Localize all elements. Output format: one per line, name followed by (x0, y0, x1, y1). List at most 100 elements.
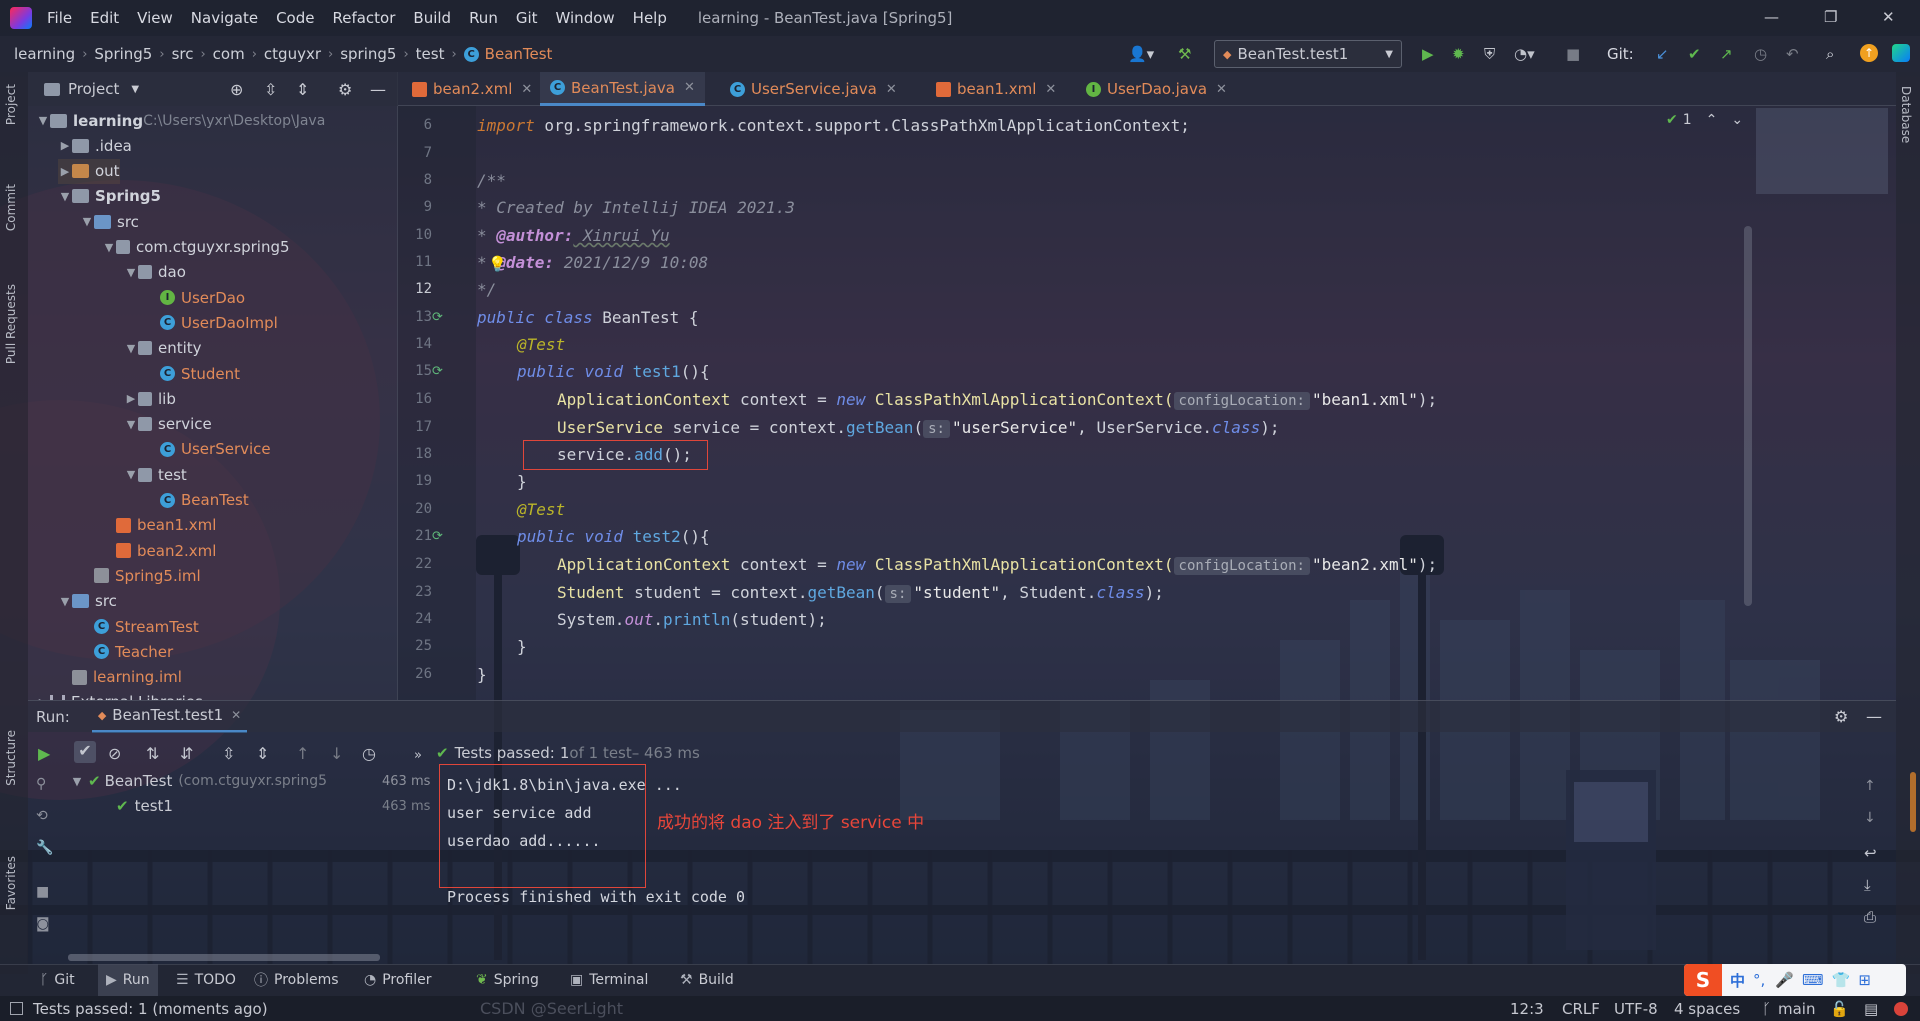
rollback-icon[interactable]: ↶ (1786, 45, 1799, 63)
git-branch[interactable]: main (1778, 1000, 1815, 1018)
chevron-down-icon[interactable]: ⌄ (1731, 112, 1743, 128)
tool-tab-favorites[interactable]: Favorites (4, 856, 18, 910)
search-icon[interactable]: ⌕ (1826, 45, 1834, 63)
ime-language[interactable]: 中 (1730, 970, 1745, 991)
history-icon[interactable]: ◷ (1754, 45, 1767, 63)
tool-tab-database[interactable]: Database (1899, 86, 1913, 143)
tree-item-learning[interactable]: ▼ learning C:\Users\yxr\Desktop\Java (36, 108, 326, 133)
breadcrumb-com[interactable]: com (213, 45, 245, 63)
tree-item-spring5-iml[interactable]: Spring5.iml (80, 563, 201, 588)
breadcrumb-beantest[interactable]: BeanTest (485, 45, 553, 63)
skin-icon[interactable]: 👕 (1832, 971, 1851, 989)
profile-icon[interactable]: ◔▾ (1514, 45, 1535, 63)
test-tree-row-test1[interactable]: ✔ test1 463 ms (116, 797, 430, 815)
breadcrumb-spring5[interactable]: Spring5 (94, 45, 152, 63)
lock-icon[interactable]: 🔓 (1830, 1000, 1849, 1018)
menu-run[interactable]: Run (460, 9, 507, 27)
code-line-14[interactable]: @Test (517, 331, 565, 358)
previous-icon[interactable]: ↑ (296, 744, 309, 763)
next-icon[interactable]: ↓ (330, 744, 343, 763)
breadcrumb-src[interactable]: src (172, 45, 194, 63)
tree-item-dao[interactable]: ▼ dao (124, 260, 186, 285)
collapse-all-icon[interactable]: ⇕ (296, 80, 309, 99)
code-line-9[interactable]: * Created by Intellij IDEA 2021.3 (477, 194, 795, 221)
wrench-icon[interactable]: 🔧 (36, 840, 53, 856)
code-line-15[interactable]: public void test1(){ (517, 358, 710, 385)
tree-item-teacher[interactable]: C Teacher (80, 639, 173, 664)
tree-item-entity[interactable]: ▼ entity (124, 336, 202, 361)
tab-userservice-java[interactable]: C UserService.java ✕ (720, 72, 907, 106)
ime-toolbar[interactable]: S 中 °, 🎤 ⌨ 👕 ⊞ (1684, 964, 1906, 996)
tree-item-bean1-xml[interactable]: bean1.xml (102, 513, 216, 538)
sort-alpha-icon[interactable]: ⇅ (146, 744, 159, 763)
tool-tab-commit[interactable]: Commit (4, 184, 18, 231)
run-icon[interactable]: ▶ (1422, 45, 1434, 63)
show-ignored-icon[interactable]: ⊘ (108, 744, 121, 763)
breadcrumb-spring5-pkg[interactable]: spring5 (340, 45, 396, 63)
git-update-icon[interactable]: ↙ (1656, 45, 1669, 63)
sort-duration-icon[interactable]: ⇵ (180, 744, 193, 763)
memory-icon[interactable]: ▤ (1864, 1000, 1878, 1018)
code-line-8[interactable]: /** (477, 167, 506, 194)
restore-icon[interactable]: ❐ (1824, 8, 1837, 26)
tab-bean2-xml[interactable]: bean2.xml ✕ (402, 72, 542, 106)
tool-tab-terminal[interactable]: ▣ Terminal (570, 964, 648, 996)
menu-view[interactable]: View (128, 9, 182, 27)
more-icon[interactable]: » (414, 748, 422, 763)
tree-item-external-libraries[interactable]: ▶External Libraries (36, 690, 203, 700)
breadcrumb-learning[interactable]: learning (14, 45, 75, 63)
run-class-gutter-icon[interactable]: ⟳ (432, 310, 448, 326)
menu-build[interactable]: Build (404, 9, 460, 27)
editor-scrollbar[interactable] (1744, 226, 1752, 606)
code-line-10[interactable]: * @author: Xinrui Yu (477, 222, 670, 249)
hide-icon[interactable]: — (1866, 707, 1882, 726)
chevron-right-icon[interactable]: ▶ (58, 139, 72, 152)
chevron-down-icon[interactable]: ▼ (80, 215, 94, 228)
git-commit-icon[interactable]: ✔ (1688, 45, 1701, 63)
indent-setting[interactable]: 4 spaces (1674, 1000, 1740, 1018)
tree-item-student[interactable]: C Student (146, 361, 240, 386)
chevron-down-icon[interactable]: ▼ (58, 595, 72, 608)
tree-item-src[interactable]: ▼ src (80, 209, 139, 234)
code-line-11[interactable]: * @date: 2021/12/9 10:08 (477, 249, 708, 276)
restore-layout-icon[interactable]: ⟲ (36, 808, 48, 824)
chevron-up-icon[interactable]: ⌃ (1706, 112, 1718, 128)
print-icon[interactable]: ⎙ (1864, 908, 1876, 926)
tree-item-bean2-xml[interactable]: bean2.xml (102, 538, 216, 563)
close-icon[interactable]: ✕ (1216, 82, 1227, 97)
status-message[interactable]: Tests passed: 1 (moments ago) (33, 1000, 268, 1018)
scroll-to-end-icon[interactable]: ⤓ (1864, 876, 1871, 894)
debug-icon[interactable]: ✹ (1452, 45, 1465, 63)
build-hammer-icon[interactable]: ⚒ (1178, 45, 1191, 63)
tool-tab-run[interactable]: ▶ Run (98, 964, 158, 996)
code-line-20[interactable]: @Test (517, 496, 565, 523)
tool-tab-project[interactable]: Project (4, 84, 18, 125)
chevron-down-icon[interactable]: ▼ (36, 114, 50, 127)
code-line-22[interactable]: ApplicationContext context = new ClassPa… (557, 551, 1437, 578)
breadcrumb-test[interactable]: test (416, 45, 445, 63)
chevron-down-icon[interactable]: ▼ (124, 266, 138, 279)
tool-tab-structure[interactable]: Structure (4, 730, 18, 786)
tree-item-streamtest[interactable]: C StreamTest (80, 614, 199, 639)
history-icon[interactable]: ◷ (362, 744, 376, 763)
chevron-down-icon[interactable]: ▼ (131, 84, 139, 95)
chevron-right-icon[interactable]: ▶ (124, 392, 138, 405)
show-passed-icon[interactable]: ✔ (74, 741, 96, 763)
run-test1-gutter-icon[interactable]: ⟳ (432, 364, 448, 380)
update-icon[interactable]: ↑ (1860, 44, 1878, 62)
code-line-17[interactable]: UserService service = context.getBean(s:… (557, 414, 1279, 441)
tool-tab-git[interactable]: ᚴ Git (40, 964, 75, 996)
tab-bean1-xml[interactable]: bean1.xml ✕ (926, 72, 1066, 106)
scroll-up-icon[interactable]: ↑ (1864, 778, 1876, 794)
tree-item-out[interactable]: ▶ out (58, 158, 120, 184)
close-icon[interactable]: ✕ (1045, 82, 1056, 97)
tool-tab-spring[interactable]: ❦ Spring (476, 964, 539, 996)
user-icon[interactable]: 👤▾ (1128, 45, 1154, 63)
minimize-icon[interactable]: — (1764, 8, 1779, 26)
run-config-selector[interactable]: ◆ BeanTest.test1 ▼ (1214, 40, 1402, 68)
tree-item-test[interactable]: ▼ test (124, 462, 187, 487)
stop-icon[interactable]: ■ (1566, 45, 1580, 63)
test-tree-scrollbar[interactable] (68, 954, 380, 961)
code-line-12[interactable]: */ (477, 276, 496, 303)
hide-icon[interactable]: — (370, 80, 386, 99)
